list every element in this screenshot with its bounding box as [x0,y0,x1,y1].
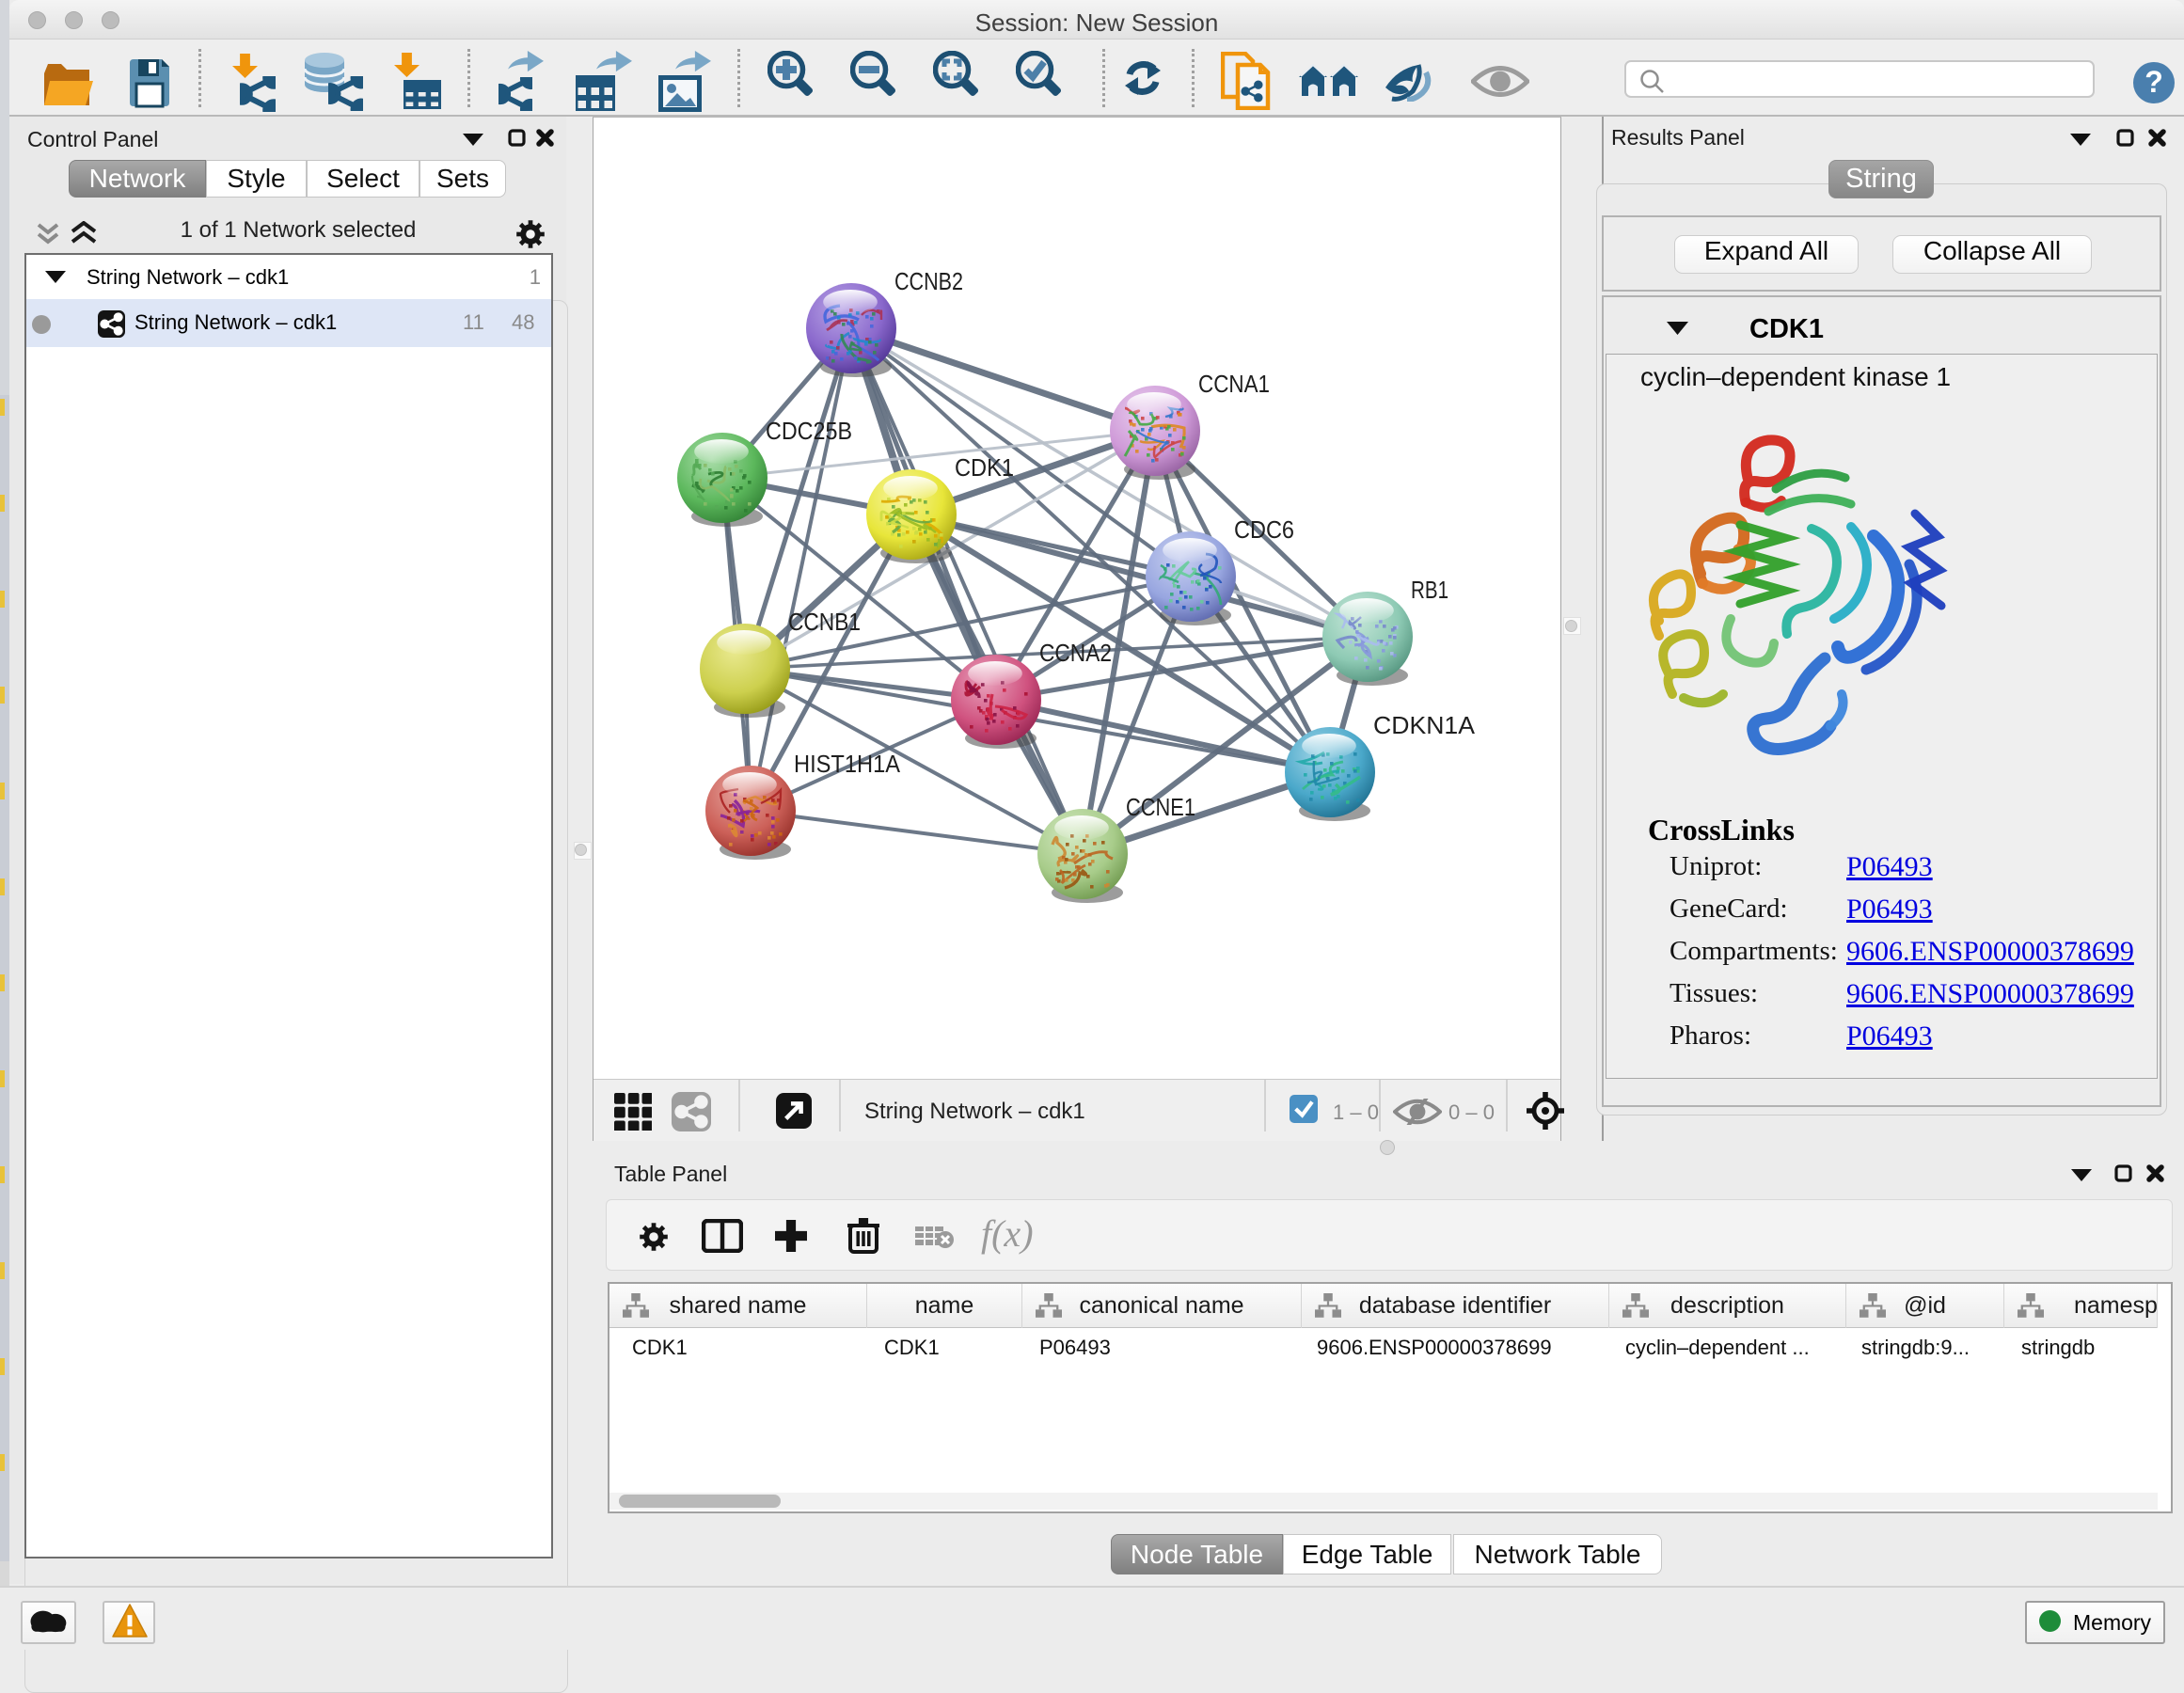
svg-text:CCNB1: CCNB1 [788,608,861,636]
svg-text:CCNA2: CCNA2 [1039,639,1112,667]
svg-text:CDKN1A: CDKN1A [1373,711,1476,739]
svg-text:CCNA1: CCNA1 [1198,370,1270,398]
svg-text:HIST1H1A: HIST1H1A [794,750,901,778]
svg-text:CDC25B: CDC25B [766,417,852,445]
svg-text:CCNE1: CCNE1 [1126,793,1195,821]
svg-text:CCNB2: CCNB2 [894,267,963,295]
svg-text:?: ? [2144,65,2163,99]
svg-text:CDC6: CDC6 [1234,515,1294,544]
svg-text:CDK1: CDK1 [955,453,1014,482]
svg-text:RB1: RB1 [1411,576,1448,604]
